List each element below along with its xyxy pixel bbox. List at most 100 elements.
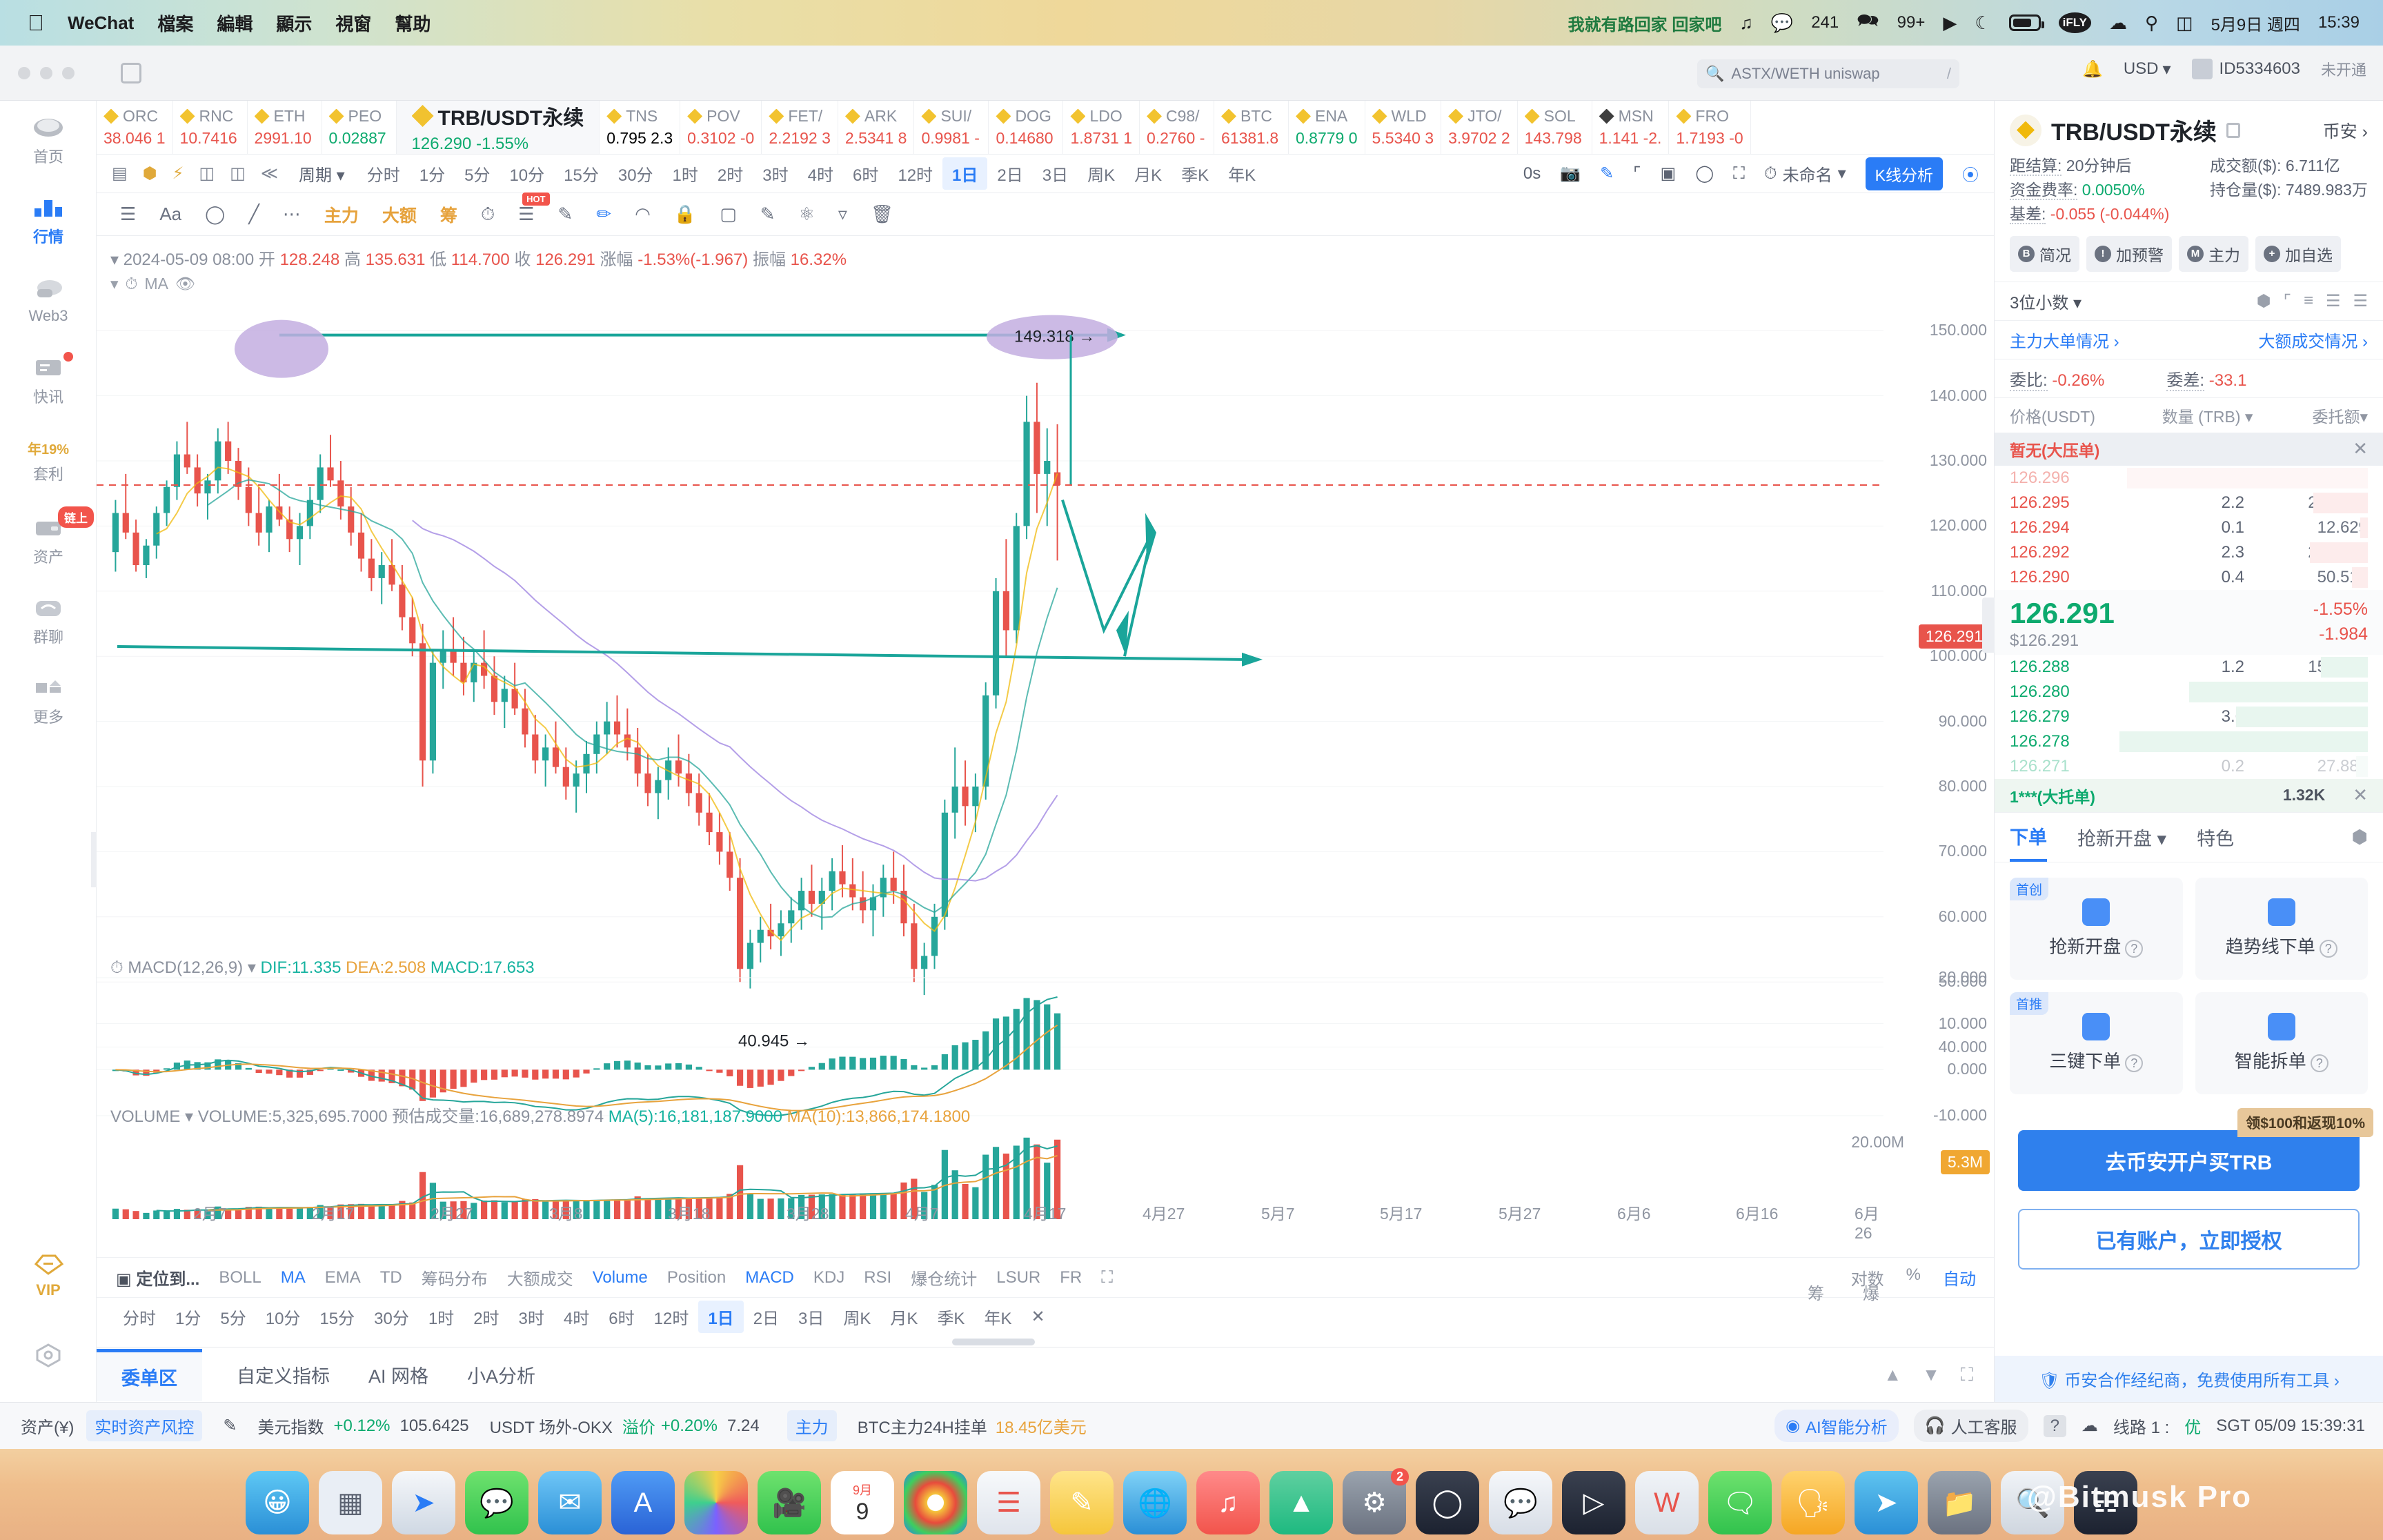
col-qty[interactable]: 数量 (TRB) ▾ <box>2162 404 2253 427</box>
tf2-12h[interactable]: 12时 <box>644 1301 699 1333</box>
ticker-item[interactable]: TNS 0.795 2.3 <box>600 101 681 154</box>
timeframe-1d[interactable]: 1日 <box>942 157 988 190</box>
sidebar-item-home[interactable]: 首页 <box>0 101 97 181</box>
close-icon[interactable]: ✕ <box>2353 438 2368 460</box>
dock-chrome-icon[interactable] <box>904 1471 967 1534</box>
subchart-position[interactable]: Position <box>667 1268 726 1287</box>
dock-messages-icon[interactable]: 💬 <box>465 1471 528 1534</box>
tab-xiaoa-analysis[interactable]: 小A分析 <box>463 1350 540 1399</box>
tf2-2d[interactable]: 2日 <box>744 1301 789 1333</box>
menu-file[interactable]: 檔案 <box>157 10 193 36</box>
ticker-item[interactable]: SOL 143.798 <box>1518 101 1592 154</box>
risk-control-chip[interactable]: 实时资产风控 <box>86 1410 203 1441</box>
line-tool-icon[interactable]: ╱ <box>248 204 259 225</box>
decimals-dropdown[interactable]: 3位小数 ▾ <box>2010 289 2082 313</box>
ticker-item[interactable]: SUI/0.9981 - <box>914 101 989 154</box>
magnet-icon[interactable]: ▣ <box>1661 164 1677 184</box>
col-amount[interactable]: 委托额▾ <box>2312 404 2368 427</box>
order-card-new-listing[interactable]: 首创 抢新开盘? <box>2010 877 2183 980</box>
order-card-smart-split[interactable]: 智能拆单? <box>2195 991 2368 1094</box>
tab-ai-grid[interactable]: AI 网格 <box>364 1350 433 1399</box>
help-icon[interactable]: ? <box>2310 1054 2328 1073</box>
ticker-item[interactable]: PEO 0.02887 <box>322 101 397 154</box>
dock-weibo-icon[interactable]: 🗣 <box>1781 1471 1845 1534</box>
settings-hex-icon[interactable]: ⬢ <box>2351 827 2368 848</box>
dock-wps-icon[interactable]: W <box>1635 1471 1699 1534</box>
search-icon[interactable]: ⚲ <box>2145 12 2158 34</box>
tf2-3h[interactable]: 3时 <box>509 1301 554 1333</box>
dock-notes-icon[interactable]: ✎ <box>1050 1471 1114 1534</box>
orderbook-bid-row[interactable]: 126.2793.6454.604 <box>1995 704 2383 729</box>
dock-orbit-icon[interactable]: ◯ <box>1416 1471 1479 1534</box>
overlay-ema[interactable]: EMA <box>325 1268 361 1287</box>
authorize-button[interactable]: 已有账户，立即授权 <box>2018 1208 2360 1270</box>
play-circle-icon[interactable]: ▶ <box>1943 12 1957 34</box>
ticker-item[interactable]: FET/2.2192 3 <box>762 101 838 154</box>
filter-icon[interactable]: ▿ <box>838 204 847 225</box>
close-icon[interactable]: ✕ <box>2353 784 2368 806</box>
timeframe-fenshi[interactable]: 分时 <box>357 157 410 190</box>
qq-icon[interactable]: 💬 <box>1771 12 1793 34</box>
sidebar-item-market[interactable]: 行情 <box>0 181 97 261</box>
locate-button[interactable]: ▣ 定位到... <box>116 1265 199 1290</box>
timeframe-4h[interactable]: 4时 <box>798 157 843 190</box>
dock-wechat-icon[interactable]: 🗨 <box>1708 1471 1772 1534</box>
tf2-15m[interactable]: 15分 <box>310 1301 364 1333</box>
overlay-ma[interactable]: MA <box>281 1268 306 1287</box>
orderbook-bid-row[interactable]: 126.271 0.2 27.881 <box>1995 754 2383 779</box>
menubar-time[interactable]: 15:39 <box>2318 13 2360 32</box>
ticker-item[interactable]: ARK 2.5341 8 <box>838 101 915 154</box>
chevron-up-icon[interactable]: ▲ <box>1883 1364 1901 1386</box>
global-search-input[interactable]: 🔍 ASTX/WETH uniswap / <box>1697 59 1959 88</box>
dock-browser-icon[interactable]: 🌐 <box>1123 1471 1187 1534</box>
edit-note-icon[interactable]: ✎ <box>760 204 775 225</box>
dock-safari-icon[interactable]: ➤ <box>392 1471 455 1534</box>
orderbook-ask-row[interactable]: 126.29611.41.44K <box>1995 466 2383 491</box>
menubar-date[interactable]: 5月9日 週四 <box>2211 11 2300 35</box>
sidebar-item-chat[interactable]: 群聊 <box>0 581 97 661</box>
order-tab-featured[interactable]: 特色 <box>2197 814 2234 860</box>
ticker-item[interactable]: FRO 1.7193 -0 <box>1669 101 1751 154</box>
chips-label[interactable]: 筹 <box>1808 1280 1824 1304</box>
sidebar-item-more[interactable]: 更多 <box>0 661 97 741</box>
timeframe-1h[interactable]: 1时 <box>663 157 708 190</box>
tf2-4h[interactable]: 4时 <box>554 1301 599 1333</box>
ohlc-arrow-icon[interactable]: ▾ <box>110 250 119 269</box>
ticker-item[interactable]: JTO/3.9702 2 <box>1441 101 1518 154</box>
subchart-fr[interactable]: FR <box>1060 1268 1082 1287</box>
timeframe-3h[interactable]: 3时 <box>753 157 798 190</box>
chart-area[interactable]: ▾ 2024-05-09 08:00 开 128.248 高 135.631 低… <box>97 236 1994 1257</box>
close-icon[interactable]: ✕ <box>1021 1303 1054 1331</box>
orderbook-bid-row[interactable]: 126.2805.0631.40 <box>1995 680 2383 704</box>
scale-auto[interactable]: 自动 <box>1943 1265 1976 1290</box>
symbol-ticker-strip[interactable]: ORC 38.046 1 RNC 10.7416 ETH 2991.10 PEO 0.0… <box>97 101 1994 155</box>
sidebar-item-news[interactable]: 快讯 <box>0 341 97 421</box>
wifi-icon[interactable]: ☁ <box>2109 12 2127 34</box>
scale-percent[interactable]: % <box>1906 1265 1921 1290</box>
crosshair-icon[interactable]: ⌜ <box>1633 164 1641 184</box>
dock-facetime-icon[interactable]: 🎥 <box>758 1471 821 1534</box>
large-trades-link[interactable]: 大额成交情况 › <box>2258 328 2368 352</box>
timeframe-1w[interactable]: 周K <box>1078 157 1125 190</box>
connection-status[interactable]: 未开通 <box>2321 58 2366 80</box>
overlay-td[interactable]: TD <box>380 1268 402 1287</box>
order-tab-new-listing[interactable]: 抢新开盘 ▾ <box>2077 814 2166 860</box>
bell-icon[interactable]: ⏱ <box>126 275 138 293</box>
pen-icon[interactable]: ✎ <box>1600 164 1614 184</box>
main-force-button[interactable]: M 主力 <box>2179 235 2248 272</box>
timeframe-1m[interactable]: 1分 <box>410 157 455 190</box>
menu-view[interactable]: 顯示 <box>276 10 312 36</box>
sidebar-toggle-icon[interactable] <box>121 63 141 83</box>
main-force-tool[interactable]: 主力 <box>324 202 359 227</box>
kline-analysis-button[interactable]: K线分析 <box>1865 157 1943 190</box>
timeframe-1mo[interactable]: 月K <box>1125 157 1171 190</box>
refresh-interval[interactable]: 0s <box>1523 164 1541 184</box>
subchart-rsi[interactable]: RSI <box>864 1268 891 1287</box>
support-button[interactable]: 🎧 人工客服 <box>1913 1410 2028 1442</box>
ticker-item-active[interactable]: TRB/USDT永续 126.290 -1.55% <box>396 101 600 154</box>
ticker-item[interactable]: ORC 38.046 1 <box>97 101 173 154</box>
orderbook-ask-row[interactable]: 126.2952.2277.849 <box>1995 491 2383 515</box>
tf2-1w[interactable]: 周K <box>833 1301 880 1333</box>
dock-files-icon[interactable]: 📁 <box>1928 1471 1991 1534</box>
tf2-30m[interactable]: 30分 <box>364 1301 419 1333</box>
